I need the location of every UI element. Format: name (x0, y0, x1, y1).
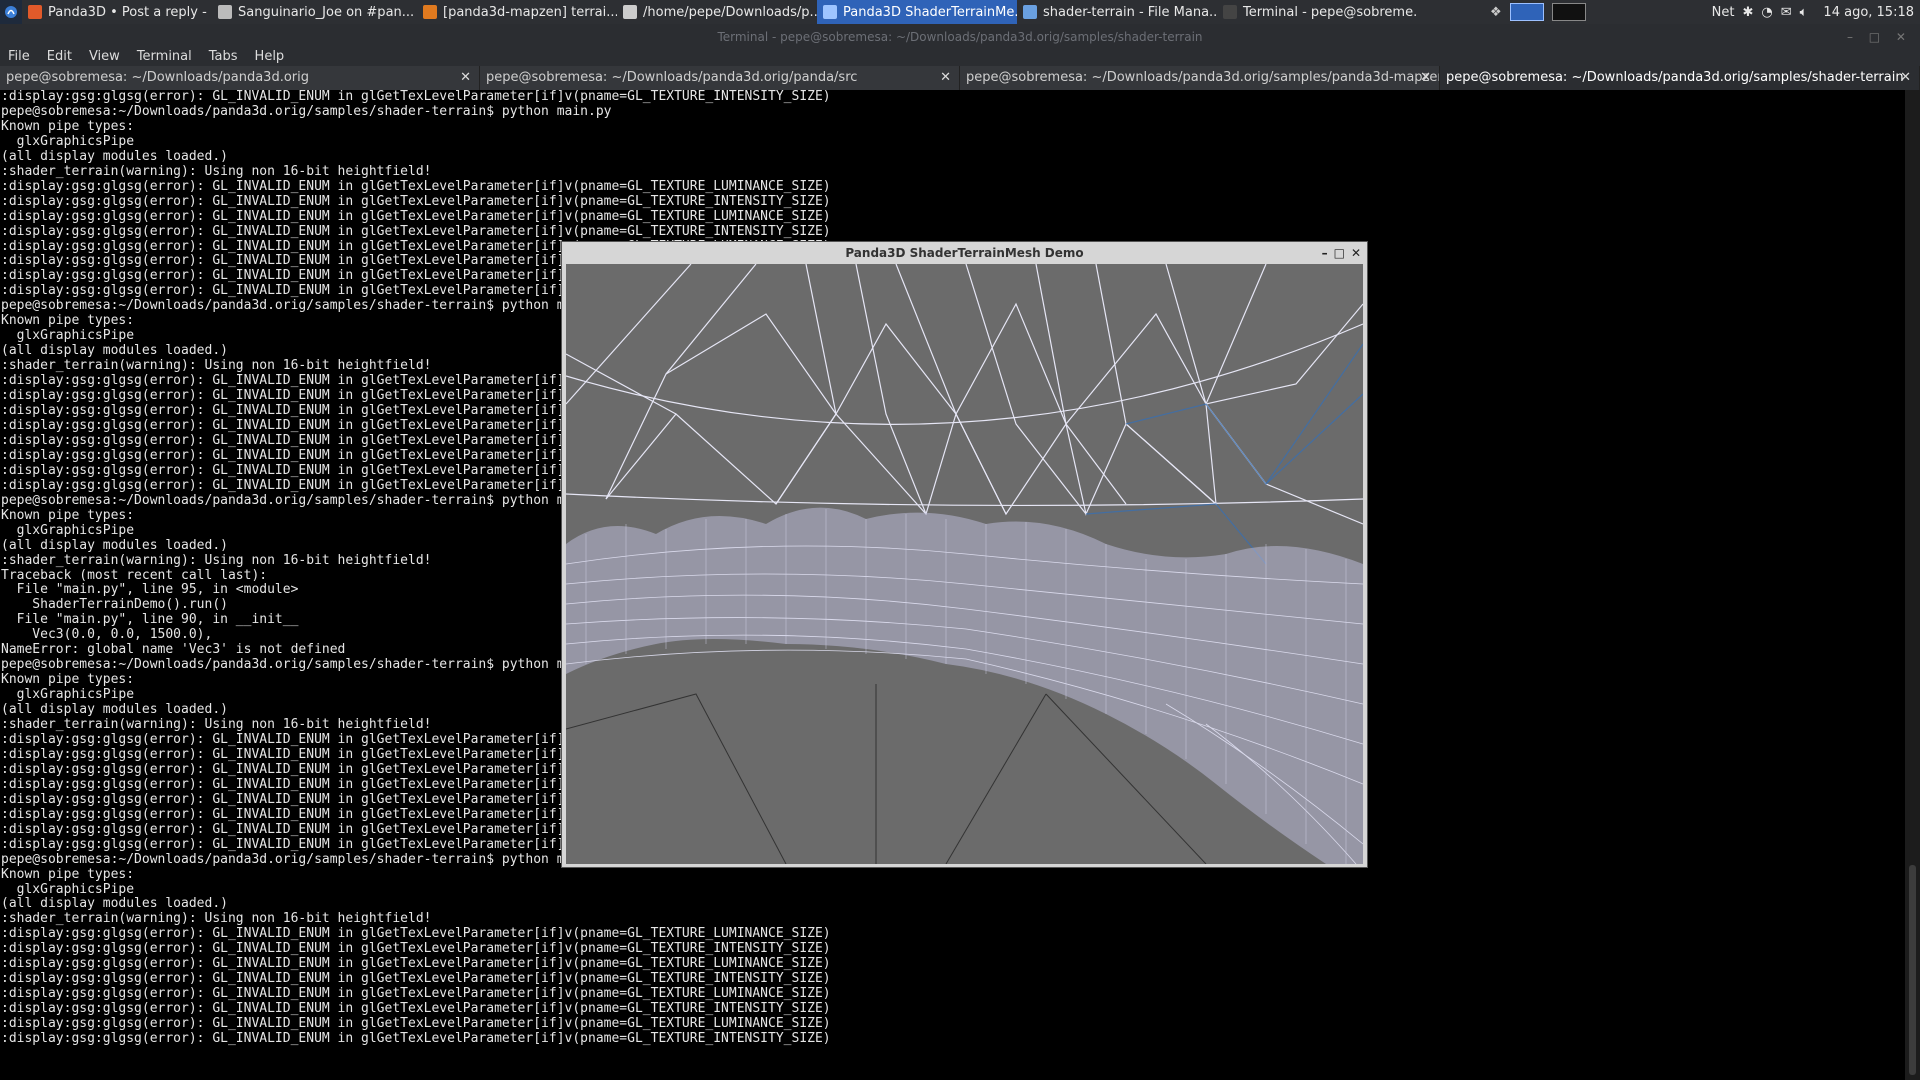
task-label: Panda3D ShaderTerrainMe... (843, 4, 1017, 20)
terminal-line: glxGraphicsPipe (1, 133, 135, 149)
terminal-line: :shader_terrain(warning): Using non 16-b… (1, 163, 432, 179)
terminal-line: glxGraphicsPipe (1, 881, 135, 897)
mail-icon[interactable]: ✉ (1781, 5, 1792, 20)
terminal-line: :display:gsg:glgsg(error): GL_INVALID_EN… (1, 926, 831, 942)
terrain-wireframe (566, 264, 1363, 864)
volume-icon[interactable]: 🔈︎ (1800, 5, 1808, 20)
menu-terminal[interactable]: Terminal (129, 49, 201, 64)
tab-label: pepe@sobremesa: ~/Downloads/panda3d.orig… (486, 70, 858, 85)
tab-close-icon[interactable]: ✕ (460, 66, 471, 90)
terminal-line: Known pipe types: (1, 866, 135, 882)
task-label: Sanguinario_Joe on #pan... (238, 4, 415, 20)
taskbar-task[interactable]: /home/pepe/Downloads/p... (617, 0, 817, 24)
menu-view[interactable]: View (81, 49, 129, 64)
taskbar-task[interactable]: Sanguinario_Joe on #pan... (212, 0, 417, 24)
task-list: Panda3D • Post a reply - ... Sanguinario_… (22, 0, 1417, 24)
terminal-line: (all display modules loaded.) (1, 148, 228, 164)
panda3d-window[interactable]: Panda3D ShaderTerrainMesh Demo – □ ✕ (561, 241, 1368, 868)
task-label: /home/pepe/Downloads/p... (643, 4, 817, 20)
render-viewport[interactable] (566, 264, 1363, 864)
tab-close-icon[interactable]: ✕ (940, 66, 951, 90)
tab-label: pepe@sobremesa: ~/Downloads/panda3d.orig (6, 70, 309, 85)
terminal-line: :display:gsg:glgsg(error): GL_INVALID_EN… (1, 941, 831, 957)
tab-close-icon[interactable]: ✕ (1900, 66, 1911, 90)
task-label: Panda3D • Post a reply - ... (48, 4, 212, 20)
terminal-line: :display:gsg:glgsg(error): GL_INVALID_EN… (1, 986, 831, 1002)
menu-edit[interactable]: Edit (39, 49, 81, 64)
terminal-tab[interactable]: pepe@sobremesa: ~/Downloads/panda3d.orig… (1440, 66, 1920, 90)
terminal-tab[interactable]: pepe@sobremesa: ~/Downloads/panda3d.orig… (480, 66, 960, 90)
terminal-line: :display:gsg:glgsg(error): GL_INVALID_EN… (1, 223, 831, 239)
task-app-icon (423, 5, 437, 19)
terminal-line: :shader_terrain(warning): Using non 16-b… (1, 911, 432, 927)
window-title-text: Terminal - pepe@sobremesa: ~/Downloads/p… (717, 30, 1203, 44)
net-label[interactable]: Net (1712, 5, 1735, 20)
menu-help[interactable]: Help (247, 49, 294, 64)
taskbar-task[interactable]: Panda3D ShaderTerrainMe... (817, 0, 1017, 24)
task-app-icon (823, 5, 837, 19)
terminal-tabs: pepe@sobremesa: ~/Downloads/panda3d.orig… (0, 66, 1920, 90)
terminal-tab[interactable]: pepe@sobremesa: ~/Downloads/panda3d.orig… (960, 66, 1440, 90)
task-app-icon (218, 5, 232, 19)
taskbar: Panda3D • Post a reply - ... Sanguinario_… (0, 0, 1920, 24)
terminal-line: Known pipe types: (1, 118, 135, 134)
terminal-line: (all display modules loaded.) (1, 896, 228, 912)
panda-window-title: Panda3D ShaderTerrainMesh Demo (845, 246, 1084, 260)
task-app-icon (28, 5, 42, 19)
workspace-1[interactable] (1509, 3, 1544, 21)
task-app-icon (623, 5, 637, 19)
taskbar-task[interactable]: shader-terrain - File Mana... (1017, 0, 1217, 24)
task-label: shader-terrain - File Mana... (1043, 4, 1217, 20)
tab-label: pepe@sobremesa: ~/Downloads/panda3d.orig… (1446, 70, 1904, 85)
wifi-icon[interactable]: ◔ (1761, 5, 1772, 20)
minimize-icon[interactable]: – (1322, 242, 1328, 264)
menu-file[interactable]: File (0, 49, 39, 64)
task-label: [panda3d-mapzen] terrai... (443, 4, 617, 20)
terminal-scrollbar[interactable] (1905, 90, 1920, 1080)
tab-label: pepe@sobremesa: ~/Downloads/panda3d.orig… (966, 70, 1440, 85)
tab-close-icon[interactable]: ✕ (1420, 66, 1431, 90)
panda-window-titlebar[interactable]: Panda3D ShaderTerrainMesh Demo – □ ✕ (562, 242, 1367, 264)
task-app-icon (1023, 5, 1037, 19)
terminal-line: :display:gsg:glgsg(error): GL_INVALID_EN… (1, 1016, 831, 1032)
menu-tabs[interactable]: Tabs (201, 49, 247, 64)
start-menu-button[interactable] (0, 0, 22, 24)
clock[interactable]: 14 ago, 15:18 (1823, 5, 1914, 20)
taskbar-task[interactable]: Terminal - pepe@sobreme... (1217, 0, 1417, 24)
task-label: Terminal - pepe@sobreme... (1243, 4, 1417, 20)
terminal-line: :display:gsg:glgsg(error): GL_INVALID_EN… (1, 90, 831, 104)
terminal-tab[interactable]: pepe@sobremesa: ~/Downloads/panda3d.orig… (0, 66, 480, 90)
panda-window-controls: – □ ✕ (1322, 242, 1361, 264)
terminal-line: pepe@sobremesa:~/Downloads/panda3d.orig/… (1, 103, 612, 119)
terminal-line: :display:gsg:glgsg(error): GL_INVALID_EN… (1, 1031, 831, 1047)
terminal-line: :display:gsg:glgsg(error): GL_INVALID_EN… (1, 193, 831, 209)
terminal-line: :display:gsg:glgsg(error): GL_INVALID_EN… (1, 178, 831, 194)
terminal-menubar: File Edit View Terminal Tabs Help (0, 46, 1920, 66)
terminal-line: :display:gsg:glgsg(error): GL_INVALID_EN… (1, 956, 831, 972)
terminal-line: :display:gsg:glgsg(error): GL_INVALID_EN… (1, 1001, 831, 1017)
task-app-icon (1223, 5, 1237, 19)
system-tray: ❖ Net ✱ ◔ ✉ 🔈︎ 14 ago, 15:18 (1490, 0, 1920, 24)
scrollbar-thumb[interactable] (1909, 865, 1916, 1075)
dropbox-icon[interactable]: ❖ (1490, 5, 1502, 20)
app-menu-icon (5, 6, 17, 18)
maximize-icon[interactable]: □ (1334, 242, 1345, 264)
bluetooth-icon[interactable]: ✱ (1742, 5, 1753, 20)
workspace-2[interactable] (1551, 3, 1586, 21)
taskbar-task[interactable]: Panda3D • Post a reply - ... (22, 0, 212, 24)
taskbar-task[interactable]: [panda3d-mapzen] terrai... (417, 0, 617, 24)
terminal-line: :display:gsg:glgsg(error): GL_INVALID_EN… (1, 208, 831, 224)
terminal-line: :display:gsg:glgsg(error): GL_INVALID_EN… (1, 971, 831, 987)
close-icon[interactable]: ✕ (1351, 242, 1361, 264)
